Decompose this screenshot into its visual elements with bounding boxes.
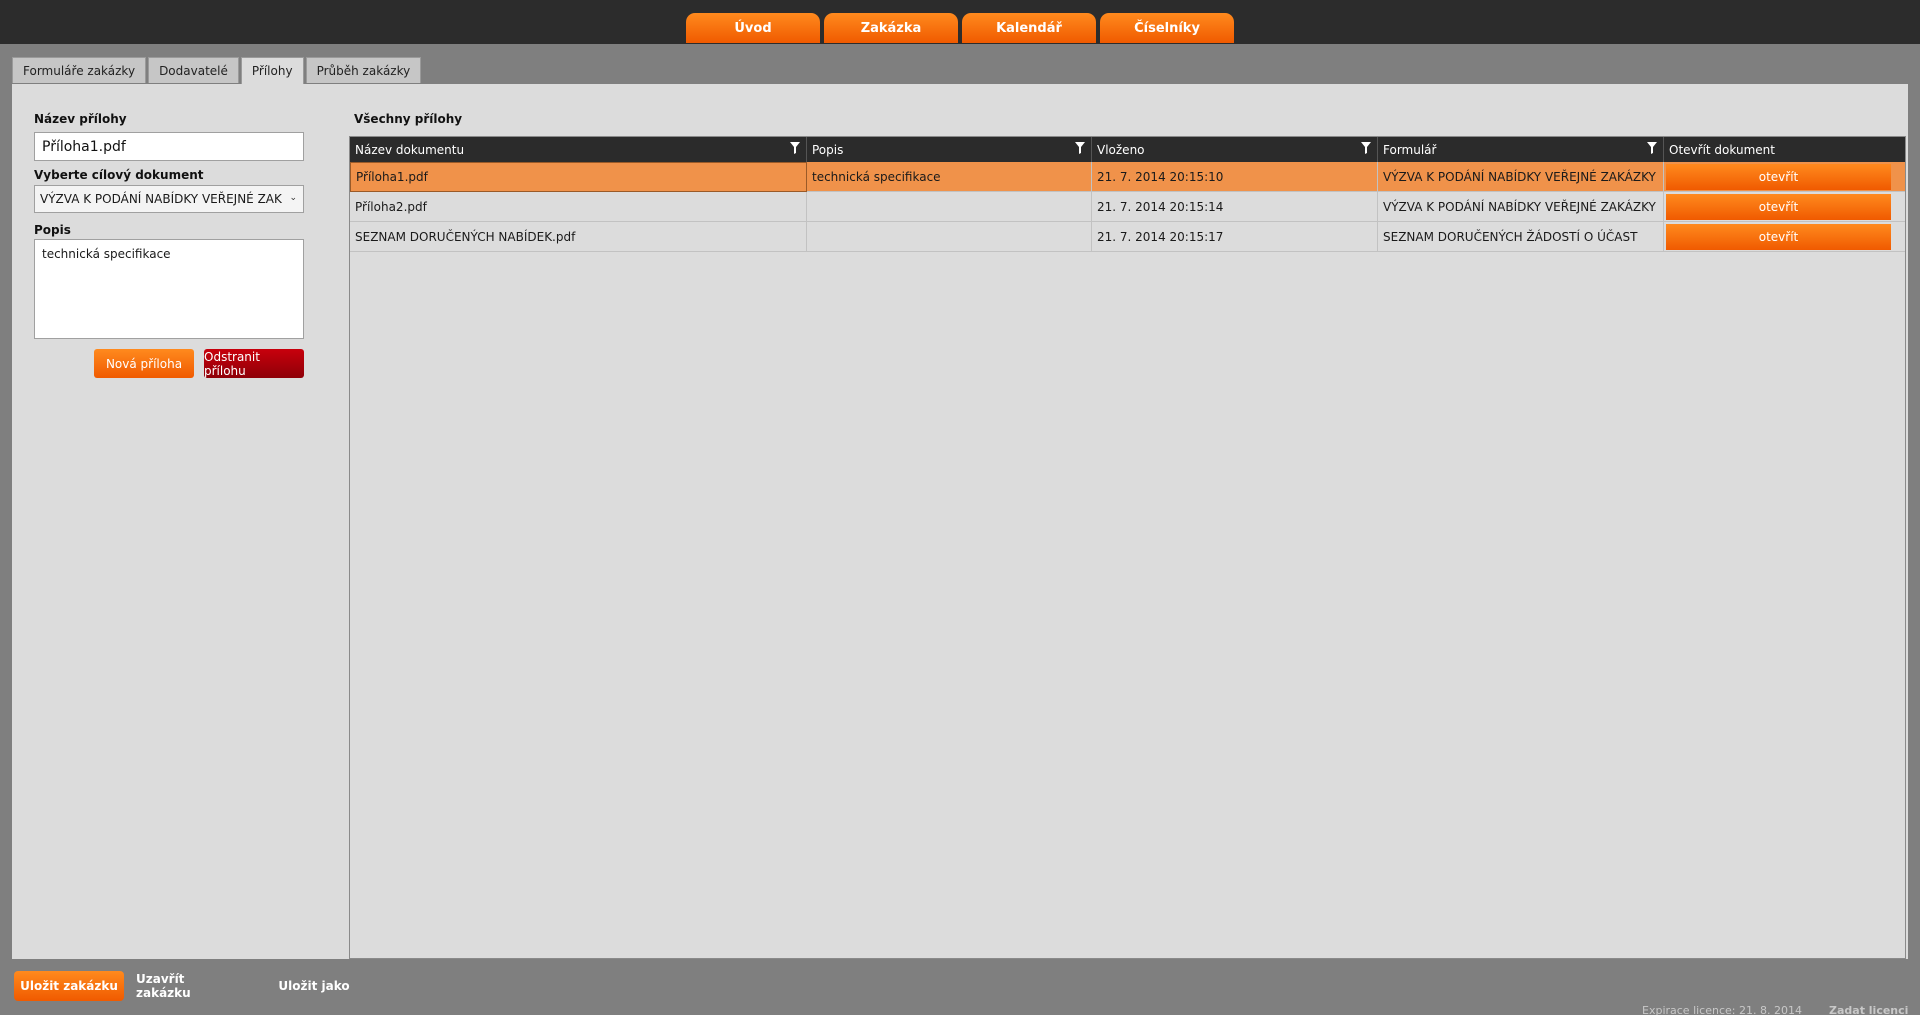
table-row[interactable]: Příloha1.pdf technická specifikace 21. 7… bbox=[350, 162, 1905, 192]
cell-name: Příloha1.pdf bbox=[350, 162, 807, 192]
target-document-label: Vyberte cílový dokument bbox=[34, 168, 204, 182]
cell-form: VÝZVA K PODÁNÍ NABÍDKY VEŘEJNÉ ZAKÁZKY bbox=[1378, 162, 1664, 192]
tab-prilohy[interactable]: Přílohy bbox=[240, 57, 304, 84]
main-nav: Úvod Zakázka Kalendář Číselníky bbox=[686, 13, 1234, 43]
nav-ciselniky[interactable]: Číselníky bbox=[1100, 13, 1234, 43]
filter-icon[interactable] bbox=[790, 142, 800, 154]
description-label: Popis bbox=[34, 223, 71, 237]
bottom-bar: Uložit zakázku Uzavřít zakázku Uložit ja… bbox=[0, 959, 1920, 1015]
close-order-button[interactable]: Uzavřít zakázku bbox=[136, 971, 242, 1001]
nav-uvod[interactable]: Úvod bbox=[686, 13, 820, 43]
target-document-select[interactable]: VÝZVA K PODÁNÍ NABÍDKY VEŘEJNÉ ZAK ⌄ bbox=[34, 185, 304, 213]
cell-form: VÝZVA K PODÁNÍ NABÍDKY VEŘEJNÉ ZAKÁZKY bbox=[1378, 192, 1664, 222]
nav-zakazka[interactable]: Zakázka bbox=[824, 13, 958, 43]
cell-open: otevřít bbox=[1664, 162, 1893, 192]
column-header-label: Popis bbox=[812, 142, 844, 157]
cell-inserted: 21. 7. 2014 20:15:17 bbox=[1092, 222, 1378, 252]
nav-kalendar[interactable]: Kalendář bbox=[962, 13, 1096, 43]
cell-inserted: 21. 7. 2014 20:15:14 bbox=[1092, 192, 1378, 222]
enter-license-link[interactable]: Zadat licenci bbox=[1829, 1004, 1908, 1015]
cell-name: Příloha2.pdf bbox=[350, 192, 807, 222]
cell-description bbox=[807, 192, 1092, 222]
open-document-button[interactable]: otevřít bbox=[1666, 224, 1891, 250]
cell-description bbox=[807, 222, 1092, 252]
open-document-button[interactable]: otevřít bbox=[1666, 194, 1891, 220]
column-header-label: Formulář bbox=[1383, 142, 1437, 157]
attachments-panel: Název přílohy Příloha1.pdf Vyberte cílov… bbox=[12, 84, 1908, 959]
cell-open: otevřít bbox=[1664, 222, 1893, 252]
column-header-form[interactable]: Formulář bbox=[1378, 137, 1664, 162]
cell-description: technická specifikace bbox=[807, 162, 1092, 192]
table-row[interactable]: SEZNAM DORUČENÝCH NABÍDEK.pdf 21. 7. 201… bbox=[350, 222, 1905, 252]
tab-prubeh-zakazky[interactable]: Průběh zakázky bbox=[305, 57, 422, 83]
grid-title: Všechny přílohy bbox=[354, 112, 463, 126]
attachment-name-label: Název přílohy bbox=[34, 112, 127, 126]
open-document-button[interactable]: otevřít bbox=[1666, 164, 1891, 190]
save-order-button[interactable]: Uložit zakázku bbox=[14, 971, 124, 1001]
filter-icon[interactable] bbox=[1361, 142, 1371, 154]
grid-header: Název dokumentu Popis Vloženo Formulář O… bbox=[350, 137, 1905, 162]
filter-icon[interactable] bbox=[1647, 142, 1657, 154]
column-header-open: Otevřít dokument bbox=[1664, 137, 1905, 162]
column-header-label: Vloženo bbox=[1097, 142, 1145, 157]
target-document-value: VÝZVA K PODÁNÍ NABÍDKY VEŘEJNÉ ZAK bbox=[40, 192, 282, 206]
cell-inserted: 21. 7. 2014 20:15:10 bbox=[1092, 162, 1378, 192]
column-header-label: Otevřít dokument bbox=[1669, 142, 1775, 157]
table-row[interactable]: Příloha2.pdf 21. 7. 2014 20:15:14 VÝZVA … bbox=[350, 192, 1905, 222]
tab-dodavatele[interactable]: Dodavatelé bbox=[148, 57, 239, 83]
chevron-down-icon: ⌄ bbox=[289, 193, 297, 203]
column-header-inserted[interactable]: Vloženo bbox=[1092, 137, 1378, 162]
attachments-grid: Název dokumentu Popis Vloženo Formulář O… bbox=[349, 136, 1906, 959]
license-expiry: Expirace licence: 21. 8. 2014 bbox=[1642, 1004, 1802, 1015]
column-header-label: Název dokumentu bbox=[355, 142, 465, 157]
cell-name: SEZNAM DORUČENÝCH NABÍDEK.pdf bbox=[350, 222, 807, 252]
column-header-description[interactable]: Popis bbox=[807, 137, 1092, 162]
description-textarea[interactable]: technická specifikace bbox=[34, 239, 304, 339]
tab-formulare-zakazky[interactable]: Formuláře zakázky bbox=[12, 57, 147, 83]
cell-open: otevřít bbox=[1664, 192, 1893, 222]
top-bar: Úvod Zakázka Kalendář Číselníky bbox=[0, 0, 1920, 44]
cell-form: SEZNAM DORUČENÝCH ŽÁDOSTÍ O ÚČAST bbox=[1378, 222, 1664, 252]
remove-attachment-button[interactable]: Odstranit přílohu bbox=[204, 349, 304, 378]
new-attachment-button[interactable]: Nová příloha bbox=[94, 349, 194, 378]
sub-tabs: Formuláře zakázky Dodavatelé Přílohy Prů… bbox=[12, 57, 422, 84]
column-header-name[interactable]: Název dokumentu bbox=[350, 137, 807, 162]
attachment-name-input[interactable]: Příloha1.pdf bbox=[34, 132, 304, 161]
save-as-button[interactable]: Uložit jako bbox=[272, 971, 356, 1001]
filter-icon[interactable] bbox=[1075, 142, 1085, 154]
